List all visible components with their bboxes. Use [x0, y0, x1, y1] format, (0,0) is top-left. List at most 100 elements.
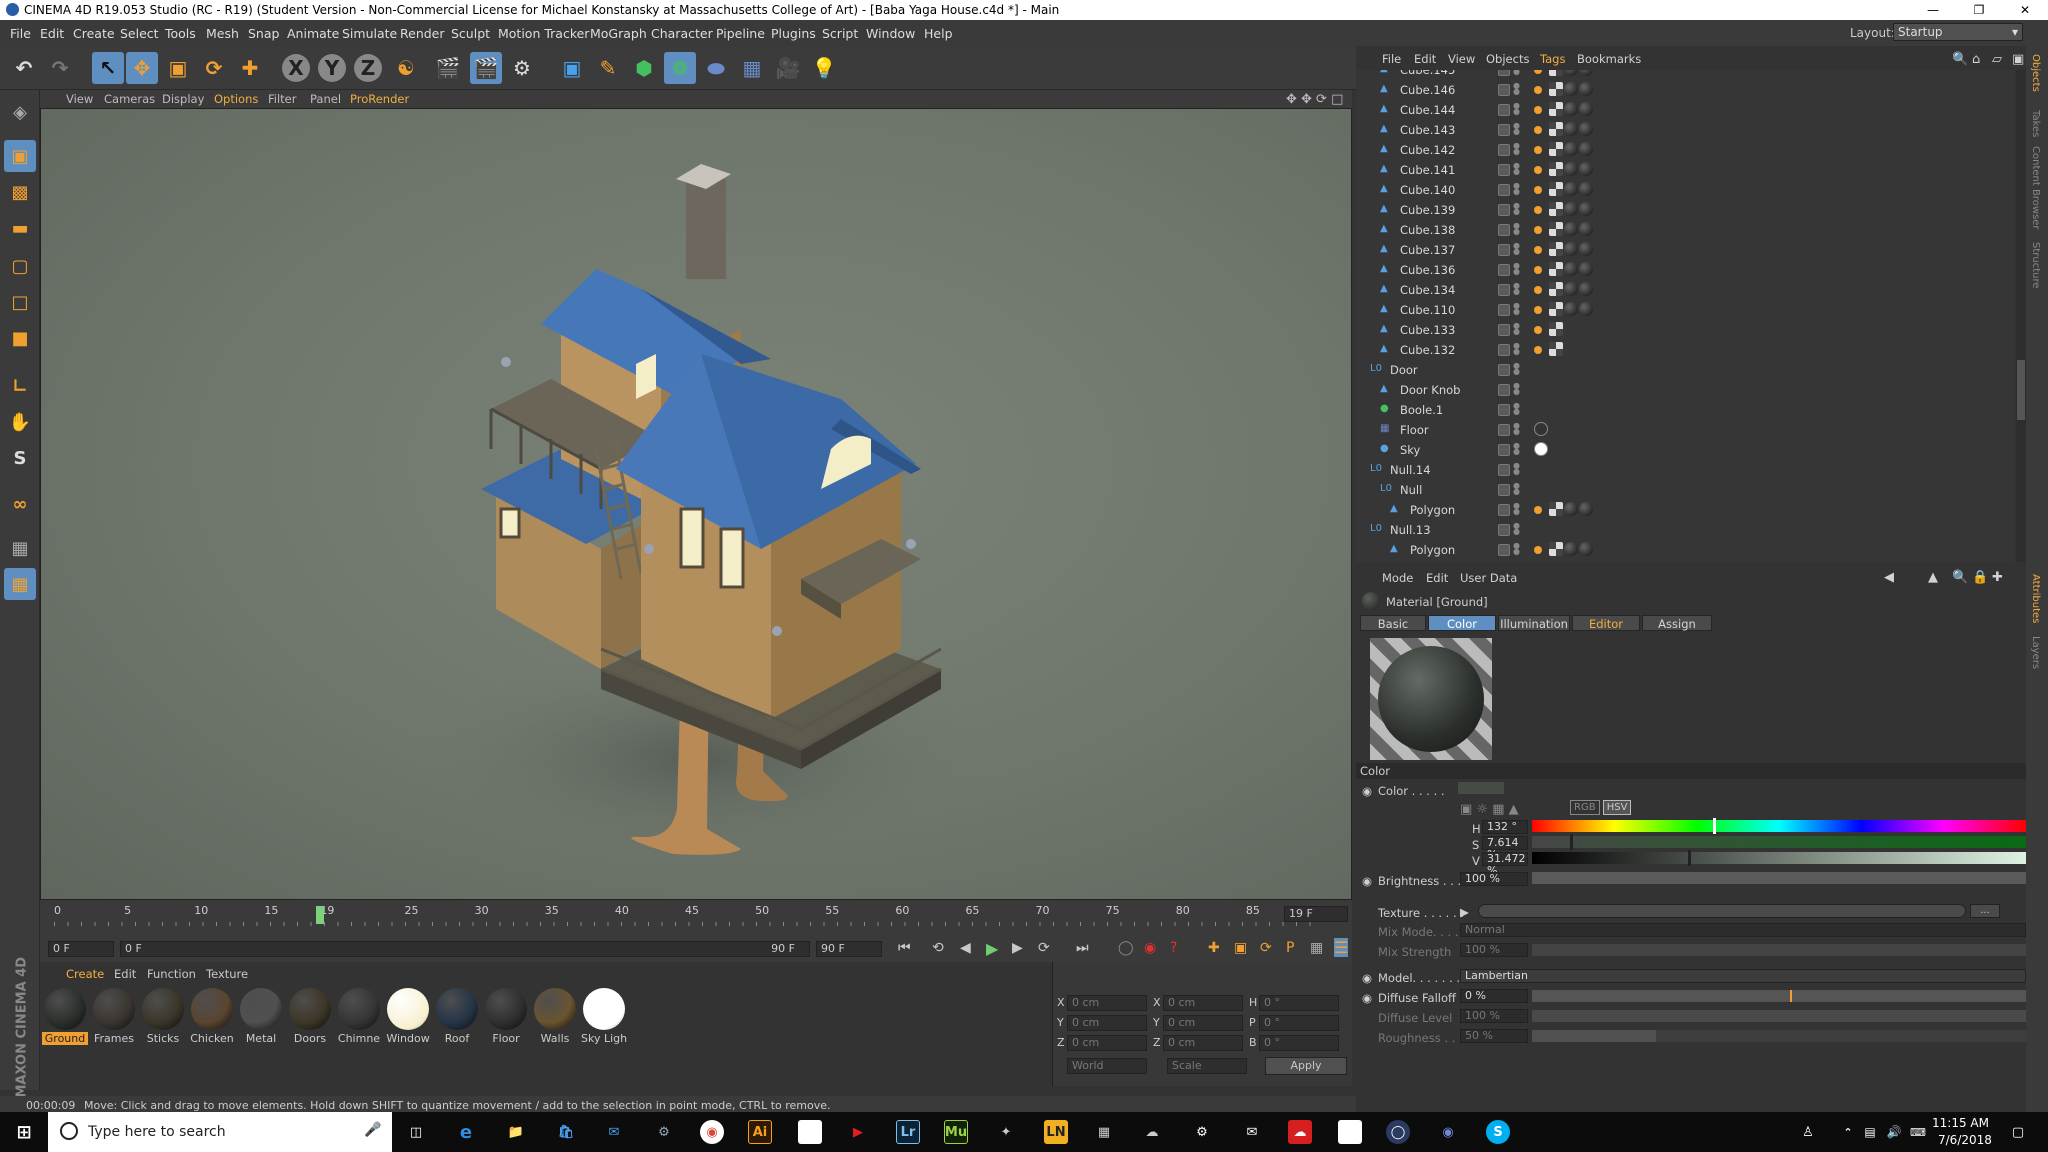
mix-mode-dropdown[interactable]: Normal	[1460, 923, 2026, 937]
mat-menu-texture[interactable]: Texture	[206, 967, 248, 981]
file-explorer-icon[interactable]: 📁	[504, 1120, 528, 1144]
object-row[interactable]: ▲ Polygon ● ●	[1356, 540, 2014, 560]
h-field[interactable]: 132 °	[1482, 820, 1528, 834]
object-row[interactable]: L0 Null.13 ● ●	[1356, 520, 2014, 540]
material-item[interactable]: Sky Ligh	[581, 986, 627, 1045]
diffuse-level-slider[interactable]	[1532, 1010, 2026, 1022]
object-tag-icon[interactable]	[1549, 322, 1563, 336]
roughness-field[interactable]: 50 %	[1460, 1029, 1528, 1043]
object-tag-icon[interactable]	[1564, 502, 1578, 516]
model-radio-icon[interactable]: ◉	[1362, 971, 1372, 985]
object-tag-icon[interactable]	[1579, 222, 1593, 236]
object-tag-icon[interactable]	[1549, 262, 1563, 276]
next-key-icon[interactable]: ⟳	[1038, 940, 1050, 956]
light-icon[interactable]: 💡	[808, 52, 840, 84]
timeline-ruler[interactable]: 051015192530354045505560657075808590 19 …	[40, 900, 1352, 936]
object-list-scrollbar[interactable]	[2016, 70, 2026, 562]
workplane-mode-icon[interactable]: ▬	[4, 212, 36, 244]
editor-render-visibility-icon[interactable]: ●●	[1513, 182, 1520, 197]
tab-objects[interactable]: Objects	[2030, 54, 2041, 92]
layer-visibility-icon[interactable]	[1498, 344, 1510, 356]
vp-menu-filter[interactable]: Filter	[268, 92, 296, 106]
menu-snap[interactable]: Snap	[248, 26, 279, 41]
object-row[interactable]: ▲ Door Knob ● ●	[1356, 380, 2014, 400]
object-tag-icon[interactable]	[1534, 126, 1542, 134]
key-parameter-icon[interactable]: P	[1286, 940, 1294, 956]
object-tag-icon[interactable]	[1579, 282, 1593, 296]
editor-render-visibility-icon[interactable]: ●●	[1513, 382, 1520, 397]
network-icon[interactable]: ▤	[1858, 1120, 1882, 1144]
object-tag-icon[interactable]	[1564, 82, 1578, 96]
object-row[interactable]: ▲ Cube.133 ● ●	[1356, 320, 2014, 340]
om-menu-view[interactable]: View	[1448, 52, 1475, 66]
object-tag-icon[interactable]	[1549, 182, 1563, 196]
menu-animate[interactable]: Animate	[287, 26, 339, 41]
object-name[interactable]: Polygon	[1410, 503, 1455, 517]
mat-menu-function[interactable]: Function	[147, 967, 196, 981]
world-dropdown[interactable]: World	[1067, 1058, 1147, 1074]
object-tag-icon[interactable]	[1564, 102, 1578, 116]
tab-illumination[interactable]: Illumination	[1498, 615, 1570, 631]
menu-edit[interactable]: Edit	[40, 26, 64, 41]
object-tag-icon[interactable]	[1549, 342, 1563, 356]
value-slider[interactable]	[1532, 850, 2026, 866]
object-tag-icon[interactable]	[1579, 242, 1593, 256]
menu-mograph[interactable]: MoGraph	[590, 26, 647, 41]
vp-menu-display[interactable]: Display	[162, 92, 204, 106]
material-item[interactable]: Floor	[483, 986, 529, 1045]
y-axis-lock-icon[interactable]: Y	[318, 54, 346, 82]
object-tag-icon[interactable]	[1564, 162, 1578, 176]
scale-dropdown[interactable]: Scale	[1167, 1058, 1247, 1074]
object-tag-icon[interactable]	[1549, 222, 1563, 236]
editor-render-visibility-icon[interactable]: ●●	[1513, 142, 1520, 157]
menu-script[interactable]: Script	[822, 26, 858, 41]
color-radio-icon[interactable]: ◉	[1362, 784, 1372, 798]
coord-value-field[interactable]: 0 cm	[1163, 1035, 1243, 1051]
scrollbar-thumb[interactable]	[2017, 360, 2025, 420]
layer-visibility-icon[interactable]	[1498, 384, 1510, 396]
camera-icon[interactable]: 🎥	[772, 52, 804, 84]
object-tag-icon[interactable]	[1534, 86, 1542, 94]
object-tag-icon[interactable]	[1579, 542, 1593, 556]
tab-structure[interactable]: Structure	[2030, 242, 2041, 289]
object-tag-icon[interactable]	[1549, 542, 1563, 556]
object-tag-icon[interactable]	[1534, 206, 1542, 214]
menu-window[interactable]: Window	[866, 26, 915, 41]
tab-basic[interactable]: Basic	[1360, 615, 1426, 631]
layer-visibility-icon[interactable]	[1498, 404, 1510, 416]
editor-render-visibility-icon[interactable]: ●●	[1513, 462, 1520, 477]
object-tag-icon[interactable]	[1564, 202, 1578, 216]
autokey-icon[interactable]: ◉	[1144, 940, 1156, 956]
object-name[interactable]: Cube.139	[1400, 203, 1455, 217]
material-item[interactable]: Window	[385, 986, 431, 1045]
object-name[interactable]: Null	[1400, 483, 1422, 497]
material-item[interactable]: Frames	[91, 986, 137, 1045]
v-field[interactable]: 31.472 %	[1482, 852, 1528, 877]
material-item[interactable]: Sticks	[140, 986, 186, 1045]
editor-render-visibility-icon[interactable]: ●●	[1513, 342, 1520, 357]
menu-sculpt[interactable]: Sculpt	[451, 26, 490, 41]
object-tag-icon[interactable]	[1564, 262, 1578, 276]
layer-visibility-icon[interactable]	[1498, 444, 1510, 456]
mail-app-icon[interactable]: ✉	[602, 1120, 626, 1144]
object-tag-icon[interactable]	[1564, 302, 1578, 316]
app-puzzle-icon[interactable]: ▦	[1092, 1120, 1116, 1144]
subdivision-surface-icon[interactable]: ⬢	[628, 52, 660, 84]
texture-slot[interactable]	[1478, 904, 1966, 918]
object-tag-icon[interactable]	[1534, 266, 1542, 274]
vp-menu-cameras[interactable]: Cameras	[104, 92, 155, 106]
coord-value-field[interactable]: 0 °	[1259, 1015, 1339, 1031]
vp-menu-prorender[interactable]: ProRender	[350, 92, 409, 106]
tab-attributes[interactable]: Attributes	[2030, 574, 2041, 623]
editor-render-visibility-icon[interactable]: ●●	[1513, 70, 1520, 77]
minimize-button[interactable]: —	[1910, 0, 1956, 20]
diffuse-falloff-field[interactable]: 0 %	[1460, 989, 1528, 1003]
om-menu-edit[interactable]: Edit	[1414, 52, 1436, 66]
object-name[interactable]: Cube.140	[1400, 183, 1455, 197]
new-panel-icon[interactable]: ✚	[1992, 570, 2003, 585]
hue-slider[interactable]	[1532, 818, 2026, 834]
object-tag-icon[interactable]	[1534, 546, 1542, 554]
object-tag-icon[interactable]	[1579, 182, 1593, 196]
previous-frame-icon[interactable]: ◀	[960, 940, 971, 956]
timeline-menu-icon[interactable]: ☰	[1334, 938, 1349, 957]
